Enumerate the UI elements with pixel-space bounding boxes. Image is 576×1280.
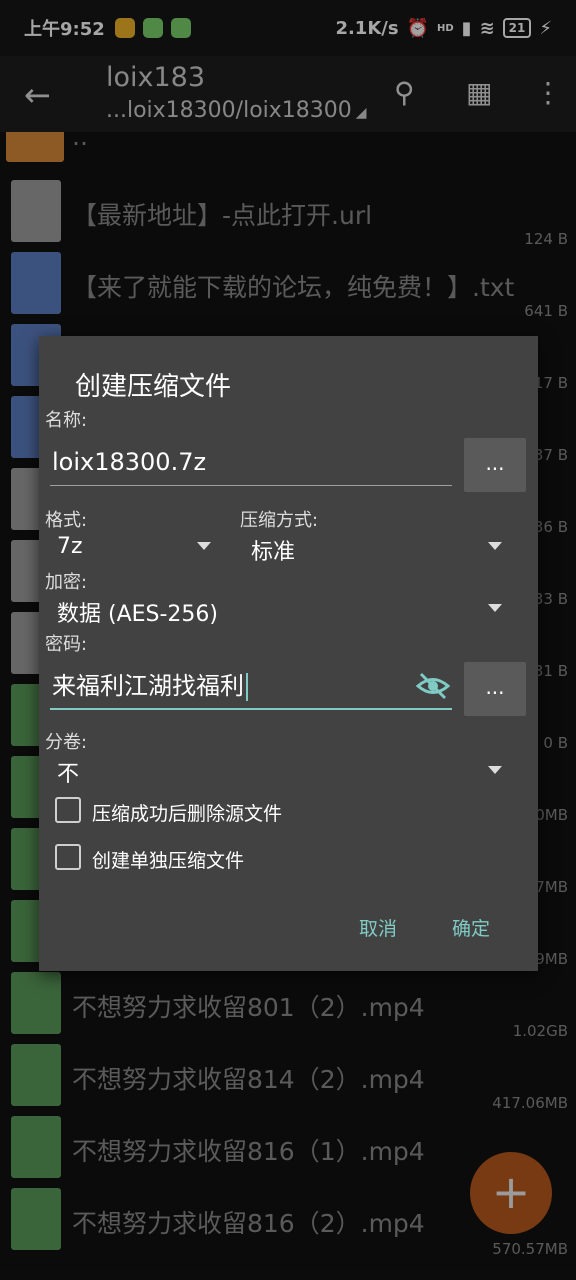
separate-archives-checkbox[interactable] [55,844,81,870]
password-options-button[interactable]: ... [464,662,526,716]
password-text: 来福利江湖找福利 [52,672,244,700]
text-cursor [246,673,248,701]
password-input[interactable]: 来福利江湖找福利 [50,666,452,710]
delete-source-label[interactable]: 压缩成功后删除源文件 [92,799,282,826]
format-value: 7z [57,534,83,559]
encryption-dropdown-icon [488,604,502,612]
delete-source-checkbox[interactable] [55,797,81,823]
create-archive-dialog: 创建压缩文件 名称: loix18300.7z ... 格式: 压缩方式: 7z… [39,336,538,971]
method-dropdown-icon [488,542,502,550]
split-dropdown-icon [488,766,502,774]
method-value: 标准 [251,540,296,565]
hide-password-icon[interactable] [416,672,450,700]
separate-archives-label[interactable]: 创建单独压缩文件 [92,846,244,873]
method-label: 压缩方式: [240,510,319,531]
browse-button[interactable]: ... [464,438,526,492]
format-dropdown-icon [197,542,211,550]
format-label: 格式: [45,510,88,531]
password-label: 密码: [45,634,88,655]
split-value: 不 [57,762,80,787]
encryption-label: 加密: [45,572,88,593]
archive-name-input[interactable]: loix18300.7z [50,444,452,486]
split-label: 分卷: [45,732,88,753]
encryption-value: 数据 (AES-256) [57,602,219,627]
ok-button[interactable]: 确定 [452,914,490,941]
dialog-title: 创建压缩文件 [75,372,232,402]
cancel-button[interactable]: 取消 [359,914,397,941]
name-label: 名称: [45,410,88,431]
